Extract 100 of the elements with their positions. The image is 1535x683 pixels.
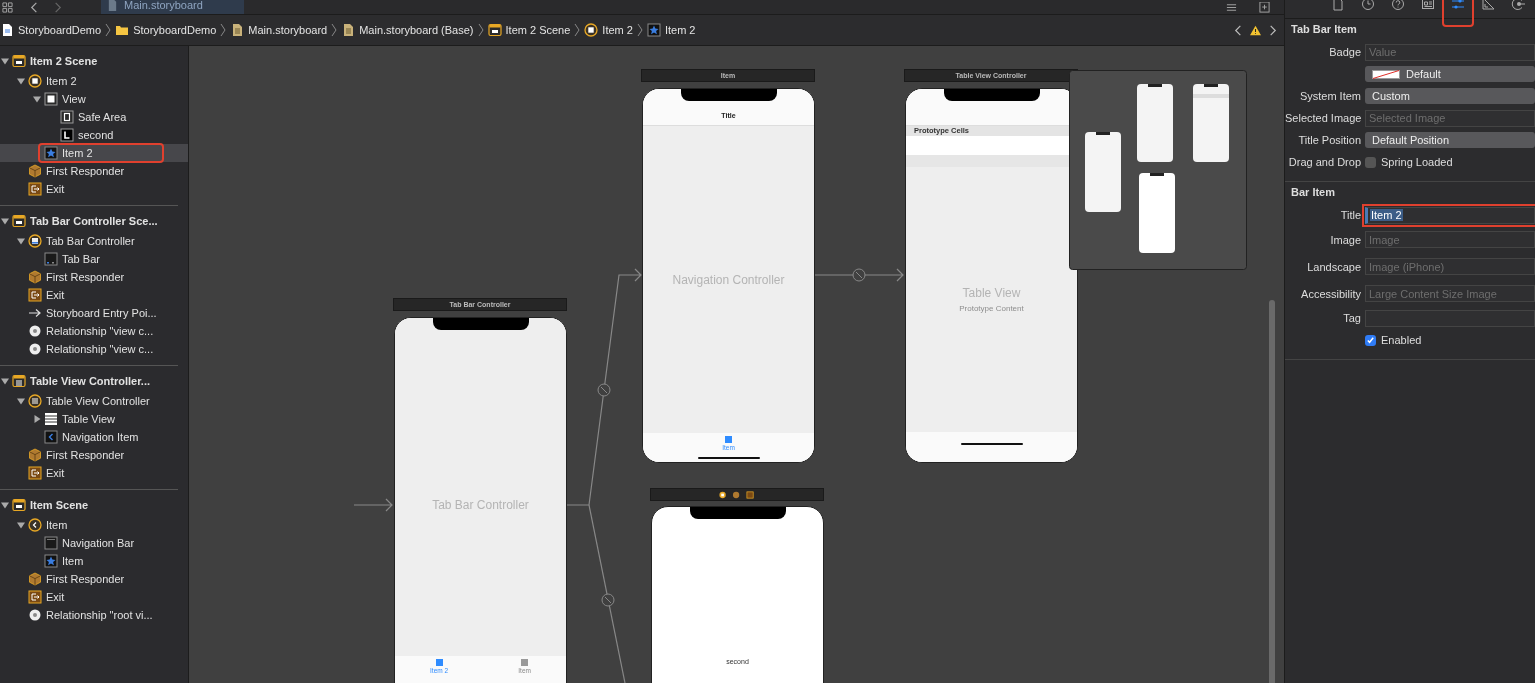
highlight-frame [1442,0,1474,27]
section-title: Bar Item [1290,186,1337,198]
lines-icon[interactable] [1226,1,1237,13]
cube-icon [28,270,42,284]
window-icon [12,374,26,388]
outline-item[interactable]: Relationship "root vi... [0,606,188,624]
checkmark-icon [1366,335,1375,345]
window-icon [12,54,26,68]
document-icon [230,23,245,37]
window-icon [12,214,26,228]
checkbox[interactable]: Spring Loaded [1365,156,1453,168]
grid-icon[interactable] [2,1,13,13]
outline-item[interactable]: Exit [0,464,188,482]
scroll-bar[interactable] [1269,300,1275,683]
outline-item[interactable]: Item 2 [0,144,188,162]
circle-list-icon [28,394,42,408]
outline-item[interactable]: Tab Bar Controller [0,232,188,250]
breadcrumb-item[interactable]: Main.storyboard [230,23,328,37]
file-icon[interactable] [1331,0,1345,11]
disclosure-triangle-icon[interactable] [17,397,25,405]
breadcrumb-item[interactable]: Main.storyboard (Base) [341,23,474,37]
outline-item[interactable]: First Responder [0,446,188,464]
checkbox[interactable]: Enabled [1365,334,1422,346]
exit-icon [28,288,42,302]
tab-bar-icon [44,252,58,266]
field-label: Accessibility [1300,287,1362,300]
next-icon[interactable] [1267,24,1278,36]
popup-button[interactable]: Custom [1365,88,1535,104]
clock-icon[interactable] [1361,0,1375,11]
scene-title-bar[interactable] [650,488,824,501]
outline-item[interactable]: Item 2 Scene [0,50,188,72]
disclosure-triangle-icon[interactable] [1,501,9,509]
disclosure-triangle-icon[interactable] [1,217,9,225]
text-field[interactable] [1365,309,1535,327]
document-icon [341,23,356,37]
home-indicator [960,443,1023,445]
no-color-swatch-icon [1372,69,1400,79]
star-icon [44,554,58,568]
outline-item[interactable]: Item [0,552,188,570]
outline-item[interactable]: First Responder [0,268,188,286]
disclosure-triangle-icon[interactable] [17,521,25,529]
exit-icon [28,182,42,196]
outline-item[interactable]: Table View Controller [0,392,188,410]
breadcrumb-item[interactable]: Item 2 [584,23,633,37]
outline-item[interactable]: Table View [0,410,188,428]
outline-item[interactable]: second [0,126,188,144]
outline-item[interactable]: Tab Bar Controller Sce... [0,210,188,232]
file-tab[interactable]: Main.storyboard [101,0,244,14]
outline-item[interactable]: Navigation Item [0,428,188,446]
tab-item-icon [521,659,529,666]
ring-icon [28,342,42,356]
outline-item[interactable]: Exit [0,286,188,304]
outline-item[interactable]: Tab Bar [0,250,188,268]
field-label: Drag and Drop [1287,156,1362,168]
disclosure-triangle-icon[interactable] [1,377,9,385]
disclosure-triangle-icon[interactable] [17,77,25,85]
text-field[interactable]: Item 2 [1365,206,1535,224]
outline-item[interactable]: First Responder [0,570,188,588]
tab-item-icon [435,659,443,666]
chevron-icon [636,23,643,37]
minimap-drawing[interactable] [1069,70,1247,270]
outline-item[interactable]: Item 2 [0,72,188,90]
warning-icon[interactable] [1250,24,1261,36]
disclosure-triangle-icon[interactable] [1,57,9,65]
field-label: Landscape [1306,260,1362,273]
outline-item[interactable]: Exit [0,588,188,606]
folder-icon [115,23,130,37]
breadcrumb-item[interactable]: StoryboardDemo [115,23,217,37]
sliders-icon[interactable] [1451,0,1465,11]
add-editor-icon[interactable] [1259,1,1270,13]
ruler-icon[interactable] [1481,0,1495,11]
outline-item[interactable]: Relationship "view c... [0,322,188,340]
outline-item[interactable]: Storyboard Entry Poi... [0,304,188,322]
outline-item[interactable]: Exit [0,180,188,198]
field-label: Badge [1328,46,1362,58]
previous-icon[interactable] [1233,24,1244,36]
arrow-circle-icon[interactable] [1511,0,1525,11]
disclosure-triangle-icon[interactable] [17,237,25,245]
outline-item[interactable]: Safe Area [0,108,188,126]
outline-item[interactable]: Item Scene [0,494,188,516]
outline-item[interactable]: First Responder [0,162,188,180]
popup-button[interactable]: Default Position [1365,132,1535,148]
outline-item[interactable]: Item [0,516,188,534]
help-icon[interactable] [1391,0,1405,11]
id-card-icon[interactable] [1421,0,1435,11]
outline-item[interactable]: View [0,90,188,108]
ring-icon [28,608,42,622]
color-popup[interactable]: Default [1365,66,1535,82]
outline-item[interactable]: Table View Controller... [0,370,188,392]
outline-item[interactable]: Navigation Bar [0,534,188,552]
disclosure-triangle-icon[interactable] [33,95,41,103]
disclosure-triangle-icon[interactable] [33,415,41,423]
outline-item[interactable]: Relationship "view c... [0,340,188,358]
back-icon[interactable] [29,1,40,13]
document-icon [107,0,118,11]
exit-icon [28,590,42,604]
exit-icon [28,466,42,480]
breadcrumb-item[interactable]: StoryboardDemo [0,23,102,37]
breadcrumb-item[interactable]: Item 2 Scene [487,23,571,37]
breadcrumb-item[interactable]: Item 2 [646,23,696,37]
